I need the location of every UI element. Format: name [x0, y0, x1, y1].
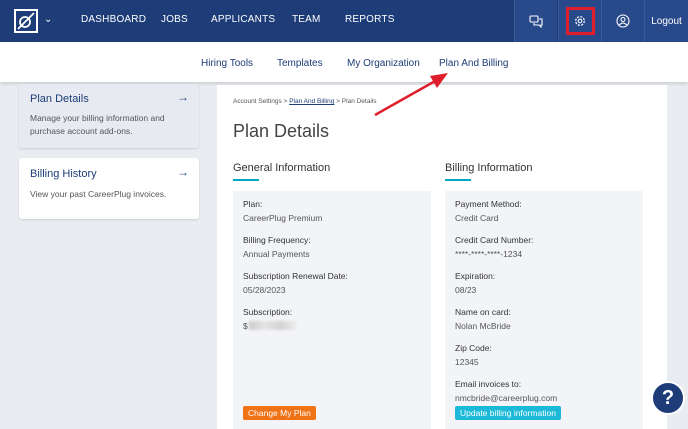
help-button[interactable]: ? — [651, 381, 685, 415]
annotation-arrow-icon — [374, 73, 448, 117]
